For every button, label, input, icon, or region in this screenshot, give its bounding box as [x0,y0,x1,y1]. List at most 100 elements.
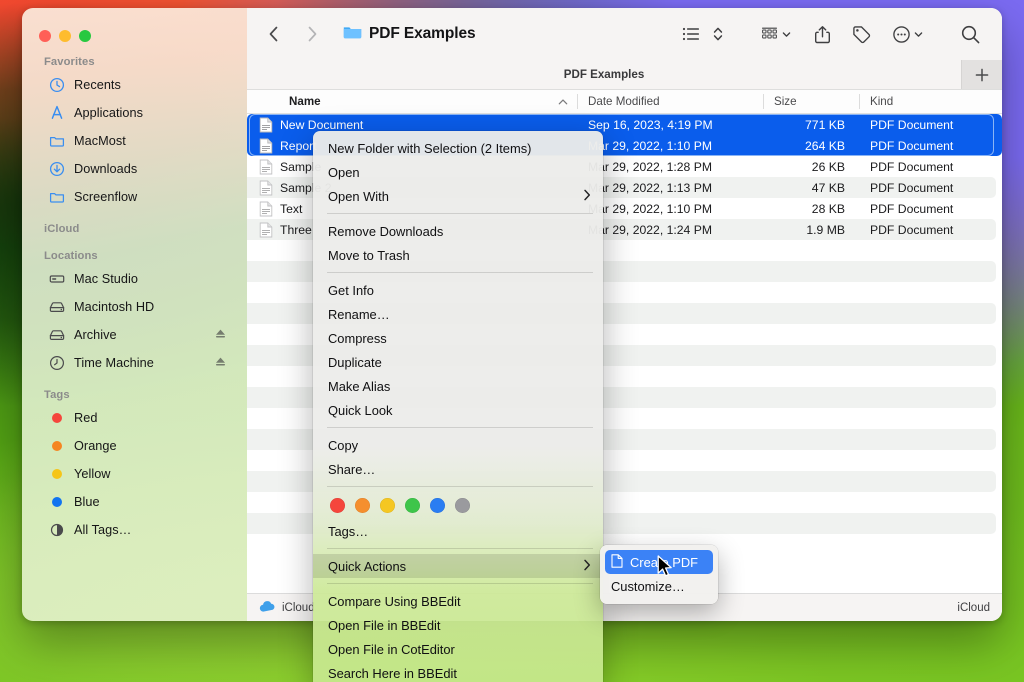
sort-updown-icon[interactable] [709,20,727,48]
sidebar-item-label: Time Machine [74,356,154,370]
context-menu: New Folder with Selection (2 Items) Open… [313,131,603,682]
chevron-down-icon [914,31,922,37]
menu-item-compress[interactable]: Compress [313,326,603,350]
file-date-cell: Mar 29, 2022, 1:10 PM [588,201,712,216]
sidebar-item-screenflow[interactable]: Screenflow [30,183,239,211]
location-title[interactable]: PDF Examples [343,24,476,45]
file-kind-cell: PDF Document [870,117,954,132]
window-controls [39,30,91,42]
sidebar-item-tag-yellow[interactable]: Yellow [30,460,239,488]
file-size-cell: 1.9 MB [806,222,845,237]
file-date-cell: Mar 29, 2022, 1:28 PM [588,159,712,174]
tab-pdf-examples[interactable]: PDF Examples [247,60,961,89]
pdf-document-icon [259,201,273,217]
minimize-button[interactable] [59,30,71,42]
menu-item-rename[interactable]: Rename… [313,302,603,326]
tag-dot-icon [48,466,65,483]
tag-color-gray[interactable] [455,498,470,513]
tag-dot-icon [48,438,65,455]
menu-item-quick-actions[interactable]: Quick Actions [313,554,603,578]
more-ellipsis-icon [892,25,910,43]
menu-item-remove-downloads[interactable]: Remove Downloads [313,219,603,243]
menu-item-open-file-in-bbedit[interactable]: Open File in BBEdit [313,613,603,637]
menu-item-quick-look[interactable]: Quick Look [313,398,603,422]
status-right-label: iCloud [957,601,990,614]
pdf-document-icon [259,117,273,133]
file-kind-cell: PDF Document [870,201,954,216]
sidebar-item-archive[interactable]: Archive [30,321,239,349]
more-button[interactable] [885,20,929,48]
search-button[interactable] [955,20,986,48]
menu-separator [327,548,593,549]
back-button[interactable] [261,21,287,47]
sidebar-item-macmost[interactable]: MacMost [30,127,239,155]
menu-item-tags[interactable]: Tags… [313,519,603,543]
share-button[interactable] [807,20,838,48]
sidebar-item-macintosh-hd[interactable]: Macintosh HD [30,293,239,321]
submenu-item-create-pdf[interactable]: Create PDF [605,550,713,574]
sidebar-item-applications[interactable]: Applications [30,99,239,127]
menu-item-open[interactable]: Open [313,160,603,184]
submenu-item-customize[interactable]: Customize… [600,574,718,598]
sidebar-item-tag-orange[interactable]: Orange [30,432,239,460]
tag-color-orange[interactable] [355,498,370,513]
column-header-name[interactable]: Name [247,90,577,113]
chevron-down-icon [782,31,790,37]
menu-item-move-to-trash[interactable]: Move to Trash [313,243,603,267]
file-size-cell: 26 KB [811,159,845,174]
menu-item-open-with[interactable]: Open With [313,184,603,208]
pdf-document-icon [259,222,273,238]
sidebar-item-label: Downloads [74,162,138,176]
column-header-size[interactable]: Size [763,90,859,113]
tag-button[interactable] [846,20,877,48]
sidebar-item-time-machine[interactable]: Time Machine [30,349,239,377]
sidebar-item-tag-red[interactable]: Red [30,404,239,432]
maximize-button[interactable] [79,30,91,42]
chevron-up-icon [558,95,568,108]
toolbar-actions [676,20,986,48]
menu-item-search-here-in-bbedit[interactable]: Search Here in BBEdit [313,661,603,682]
sidebar-item-all-tags[interactable]: All Tags… [30,516,239,544]
file-size-cell: 264 KB [805,138,845,153]
quick-actions-submenu: Create PDF Customize… [600,545,718,604]
menu-item-label: Open With [328,188,389,204]
eject-icon[interactable] [214,355,227,371]
close-button[interactable] [39,30,51,42]
sidebar-item-downloads[interactable]: Downloads [30,155,239,183]
menu-item-open-file-in-coteditor[interactable]: Open File in CotEditor [313,637,603,661]
menu-item-share[interactable]: Share… [313,457,603,481]
eject-icon[interactable] [214,327,227,343]
sidebar-group-tags-title: Tags [44,389,70,401]
group-view-button[interactable] [753,20,797,48]
menu-item-new-folder-with-selection[interactable]: New Folder with Selection (2 Items) [313,136,603,160]
file-date-cell: Mar 29, 2022, 1:13 PM [588,180,712,195]
tag-color-green[interactable] [405,498,420,513]
menu-item-copy[interactable]: Copy [313,433,603,457]
harddisk-icon [48,299,65,316]
tag-dot-icon [48,410,65,427]
column-header-date-modified[interactable]: Date Modified [577,90,763,113]
menu-separator [327,427,593,428]
menu-item-duplicate[interactable]: Duplicate [313,350,603,374]
sidebar-item-tag-blue[interactable]: Blue [30,488,239,516]
sidebar-item-mac-studio[interactable]: Mac Studio [30,265,239,293]
forward-button[interactable] [299,21,325,47]
menu-item-get-info[interactable]: Get Info [313,278,603,302]
new-tab-button[interactable] [961,60,1002,89]
search-icon [961,25,980,43]
menu-item-compare-using-bbedit[interactable]: Compare Using BBEdit [313,589,603,613]
tag-color-yellow[interactable] [380,498,395,513]
menu-item-make-alias[interactable]: Make Alias [313,374,603,398]
sidebar-group-favorites-title: Favorites [44,56,95,68]
tag-color-red[interactable] [330,498,345,513]
tag-color-blue[interactable] [430,498,445,513]
tag-dot-icon [48,494,65,511]
tab-bar: PDF Examples [247,60,1002,90]
sidebar-item-label: Recents [74,78,121,92]
column-header-kind[interactable]: Kind [859,90,1002,113]
file-name-label: Report [280,138,317,153]
list-view-icon[interactable] [676,20,707,48]
group-view-icon [761,27,777,39]
sidebar-item-recents[interactable]: Recents [30,71,239,99]
sidebar-item-label: MacMost [74,134,126,148]
